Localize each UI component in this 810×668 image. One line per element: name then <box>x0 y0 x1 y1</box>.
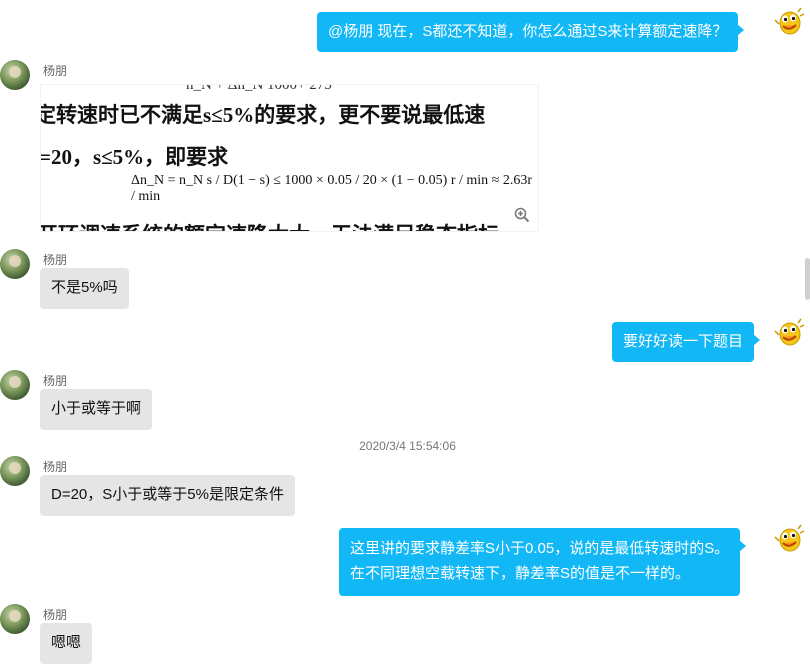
message-text-line: 这里讲的要求静差率S小于0.05，说的是最低转速时的S。 <box>350 540 730 557</box>
message-timestamp: 2020/3/4 15:54:06 <box>359 439 456 453</box>
incoming-message[interactable]: 小于或等于啊 <box>40 389 153 430</box>
chat-window: @杨朋 现在，S都还不知道，你怎么通过S来计算额定速降？ 杨朋 n_N + Δn… <box>0 0 810 668</box>
message-text: 小于或等于啊 <box>51 400 142 417</box>
self-avatar-icon[interactable] <box>773 317 805 349</box>
incoming-message[interactable]: 不是5%吗 <box>40 268 129 309</box>
message-text: 不是5%吗 <box>51 279 118 296</box>
zoom-in-icon[interactable] <box>514 207 530 223</box>
incoming-message[interactable]: D=20，S小于或等于5%是限定条件 <box>40 475 295 516</box>
image-message[interactable]: n_N + Δn_N 1000+ 275 定转速时已不满足s≤5%的要求，更不要… <box>40 84 539 232</box>
sender-name: 杨朋 <box>43 460 68 474</box>
scrollbar-handle[interactable] <box>805 258 810 300</box>
sender-name: 杨朋 <box>43 608 68 622</box>
contact-avatar-icon[interactable] <box>0 604 30 634</box>
sender-name: 杨朋 <box>43 64 68 78</box>
message-text: @杨朋 现在，S都还不知道，你怎么通过S来计算额定速降？ <box>328 23 728 40</box>
image-text-line: =20，s≤5%，即要求 <box>40 145 229 169</box>
message-text-line: 在不同理想空载转速下，静差率S的值是不一样的。 <box>350 565 691 582</box>
image-text-cut-top: n_N + Δn_N 1000+ 275 <box>186 84 332 93</box>
message-text: 要好好读一下题目 <box>623 333 744 350</box>
outgoing-message[interactable]: 要好好读一下题目 <box>612 322 761 362</box>
outgoing-message[interactable]: 这里讲的要求静差率S小于0.05，说的是最低转速时的S。 在不同理想空载转速下，… <box>339 528 747 596</box>
image-text-line: 开环调速系统的额定速降太大，无法满足稳态指标 <box>41 219 499 231</box>
outgoing-message[interactable]: @杨朋 现在，S都还不知道，你怎么通过S来计算额定速降？ <box>317 12 745 52</box>
contact-avatar-icon[interactable] <box>0 456 30 486</box>
contact-avatar-icon[interactable] <box>0 370 30 400</box>
self-avatar-icon[interactable] <box>773 6 805 38</box>
incoming-message[interactable]: 嗯嗯 <box>40 623 93 664</box>
sender-name: 杨朋 <box>43 374 68 388</box>
image-text-line: 定转速时已不满足s≤5%的要求，更不要说最低速 <box>40 103 486 127</box>
contact-avatar-icon[interactable] <box>0 60 30 90</box>
self-avatar-icon[interactable] <box>773 523 805 555</box>
image-formula: Δn_N = n_N s / D(1 − s) ≤ 1000 × 0.05 / … <box>131 173 532 204</box>
sender-name: 杨朋 <box>43 253 68 267</box>
message-text: D=20，S小于或等于5%是限定条件 <box>51 486 284 503</box>
message-text: 嗯嗯 <box>51 634 82 651</box>
contact-avatar-icon[interactable] <box>0 249 30 279</box>
